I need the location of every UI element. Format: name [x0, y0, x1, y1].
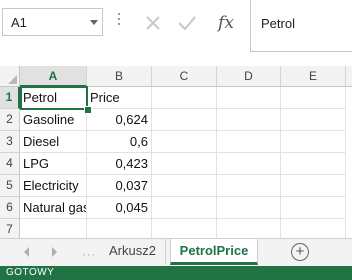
row-header-4[interactable]: 4: [0, 153, 20, 175]
cell-d3[interactable]: [217, 131, 281, 153]
cell-a4-text: LPG: [23, 156, 50, 171]
cell-a6-text: Natural gas: [23, 200, 87, 215]
cell-b6-text: 0,045: [115, 200, 148, 215]
cell-b3-text: 0,6: [129, 134, 148, 149]
formula-bar: A1 fx Petrol: [0, 0, 352, 62]
scroll-tabs-left-icon[interactable]: [24, 247, 29, 257]
status-bar: GOTOWY: [0, 266, 352, 280]
row-header-6[interactable]: 6: [0, 197, 20, 219]
cell-a3[interactable]: Diesel: [20, 131, 87, 153]
cell-a2[interactable]: Gasoline: [20, 109, 87, 131]
cell-e6[interactable]: [281, 197, 346, 219]
cell-c2[interactable]: [152, 109, 217, 131]
cell-b1-text: Price: [90, 90, 120, 105]
row-header-5[interactable]: 5: [0, 175, 20, 197]
cell-c1[interactable]: [152, 87, 217, 109]
cell-c6[interactable]: [152, 197, 217, 219]
cell-a1-text: Petrol: [23, 90, 57, 105]
cell-b5[interactable]: 0,037: [87, 175, 152, 197]
scroll-tabs-right-icon[interactable]: [52, 247, 57, 257]
formula-input[interactable]: Petrol: [250, 0, 352, 52]
cell-b5-text: 0,037: [115, 178, 148, 193]
cell-b2[interactable]: 0,624: [87, 109, 152, 131]
cell-e5[interactable]: [281, 175, 346, 197]
cell-d4[interactable]: [217, 153, 281, 175]
row-header-1[interactable]: 1: [0, 87, 20, 109]
add-sheet-icon[interactable]: +: [291, 243, 309, 261]
column-header-d[interactable]: D: [217, 66, 281, 87]
cell-e2[interactable]: [281, 109, 346, 131]
cell-a4[interactable]: LPG: [20, 153, 87, 175]
cancel-icon[interactable]: [140, 10, 166, 36]
cell-e3[interactable]: [281, 131, 346, 153]
enter-check-icon[interactable]: [174, 10, 200, 36]
cell-b6[interactable]: 0,045: [87, 197, 152, 219]
formula-value: Petrol: [261, 16, 295, 31]
cell-c4[interactable]: [152, 153, 217, 175]
column-header-e[interactable]: E: [281, 66, 346, 87]
insert-function-icon[interactable]: fx: [213, 10, 239, 36]
name-box-value: A1: [11, 15, 27, 30]
column-header-b[interactable]: B: [87, 66, 152, 87]
column-header-f[interactable]: [346, 66, 352, 87]
cell-e1[interactable]: [281, 87, 346, 109]
cell-c3[interactable]: [152, 131, 217, 153]
cell-a2-text: Gasoline: [23, 112, 75, 127]
cell-c5[interactable]: [152, 175, 217, 197]
more-tabs-icon[interactable]: ···: [82, 249, 96, 261]
cell-b4[interactable]: 0,423: [87, 153, 152, 175]
cell-b3[interactable]: 0,6: [87, 131, 152, 153]
column-header-a[interactable]: A: [20, 66, 87, 87]
cell-a5[interactable]: Electricity: [20, 175, 87, 197]
status-text: GOTOWY: [6, 267, 55, 278]
cell-b2-text: 0,624: [115, 112, 148, 127]
sheet-tabs-bar: ··· Arkusz2 PetrolPrice +: [0, 238, 352, 266]
cell-d6[interactable]: [217, 197, 281, 219]
select-all-button[interactable]: [0, 66, 20, 87]
row-header-3[interactable]: 3: [0, 131, 20, 153]
name-box-dropdown-icon[interactable]: [90, 20, 98, 25]
cell-d2[interactable]: [217, 109, 281, 131]
cell-a6[interactable]: Natural gas: [20, 197, 87, 219]
sheet-tab-petrolprice[interactable]: PetrolPrice: [170, 239, 258, 265]
name-box[interactable]: A1: [2, 8, 103, 36]
cell-a3-text: Diesel: [23, 134, 60, 149]
column-header-c[interactable]: C: [152, 66, 217, 87]
cell-a5-text: Electricity: [23, 178, 79, 193]
formula-bar-grip-icon[interactable]: [118, 13, 121, 31]
sheet-tab-arkusz2[interactable]: Arkusz2: [100, 239, 166, 265]
cell-b1[interactable]: Price: [87, 87, 152, 109]
cell-b4-text: 0,423: [115, 156, 148, 171]
row-header-2[interactable]: 2: [0, 109, 20, 131]
cell-d1[interactable]: [217, 87, 281, 109]
cell-a1[interactable]: Petrol: [20, 86, 88, 110]
fill-handle[interactable]: [84, 106, 92, 114]
worksheet-grid: A B C D E 1 2 3 4 5 6 7 Petrol Price Gas…: [0, 66, 352, 241]
cell-d5[interactable]: [217, 175, 281, 197]
cell-e4[interactable]: [281, 153, 346, 175]
